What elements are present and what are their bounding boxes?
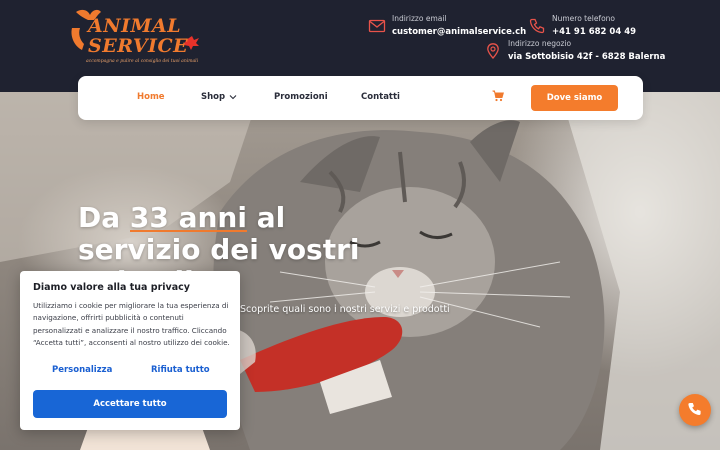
logo-tagline: accompagna e pulire al consiglio dei tuo… (86, 59, 199, 64)
hero-subtitle: Scoprite quali sono i nostri servizi e p… (240, 304, 450, 315)
nav-item-shop[interactable]: Shop (201, 92, 237, 102)
nav-item-home[interactable]: Home (137, 92, 165, 102)
logo-line-2: SERVICE (88, 35, 189, 57)
contact-shop-address[interactable]: Indirizzo negozio via Sottobisio 42f - 6… (484, 38, 665, 68)
phone-icon (688, 403, 701, 415)
cookie-accept-button[interactable]: Accettare tutto (33, 390, 227, 418)
logo-wordmark: ANIMAL SERVICE (88, 16, 188, 56)
cookie-consent-banner: Diamo valore alla tua privacy Utilizziam… (20, 271, 240, 430)
cookie-title: Diamo valore alla tua privacy (33, 282, 190, 293)
hero-title-highlight: 33 anni (129, 201, 247, 234)
shop-label: Indirizzo negozio (508, 39, 572, 48)
nav-item-contatti[interactable]: Contatti (361, 92, 400, 102)
main-navigation: Home Shop Promozioni Contatti Dove siamo (78, 76, 643, 120)
email-label: Indirizzo email (392, 14, 447, 23)
email-value[interactable]: customer@animalservice.ch (392, 27, 526, 37)
logo-line-1: ANIMAL (88, 15, 182, 37)
cookie-description: Utilizziamo i cookie per migliorare la t… (33, 301, 230, 347)
phone-label: Numero telefono (552, 14, 615, 23)
nav-item-shop-label: Shop (201, 92, 226, 102)
phone-value[interactable]: +41 91 682 04 49 (552, 27, 636, 37)
cookie-reject-button[interactable]: Rifiuta tutto (138, 362, 228, 378)
dove-siamo-button[interactable]: Dove siamo (531, 85, 618, 111)
envelope-icon (368, 19, 386, 33)
floating-call-button[interactable] (679, 394, 711, 426)
nav-item-promozioni[interactable]: Promozioni (274, 92, 328, 102)
chevron-down-icon (229, 94, 237, 99)
shop-value[interactable]: via Sottobisio 42f - 6828 Balerna (508, 52, 665, 62)
map-pin-icon (487, 43, 499, 59)
phone-icon (529, 18, 545, 34)
cookie-customize-button[interactable]: Personalizza (42, 362, 142, 378)
animal-service-logo[interactable]: ANIMAL SERVICE accompagna e pulire al co… (68, 6, 208, 68)
hero-title-part1: Da (78, 201, 130, 234)
shopping-cart-icon[interactable] (492, 90, 504, 102)
